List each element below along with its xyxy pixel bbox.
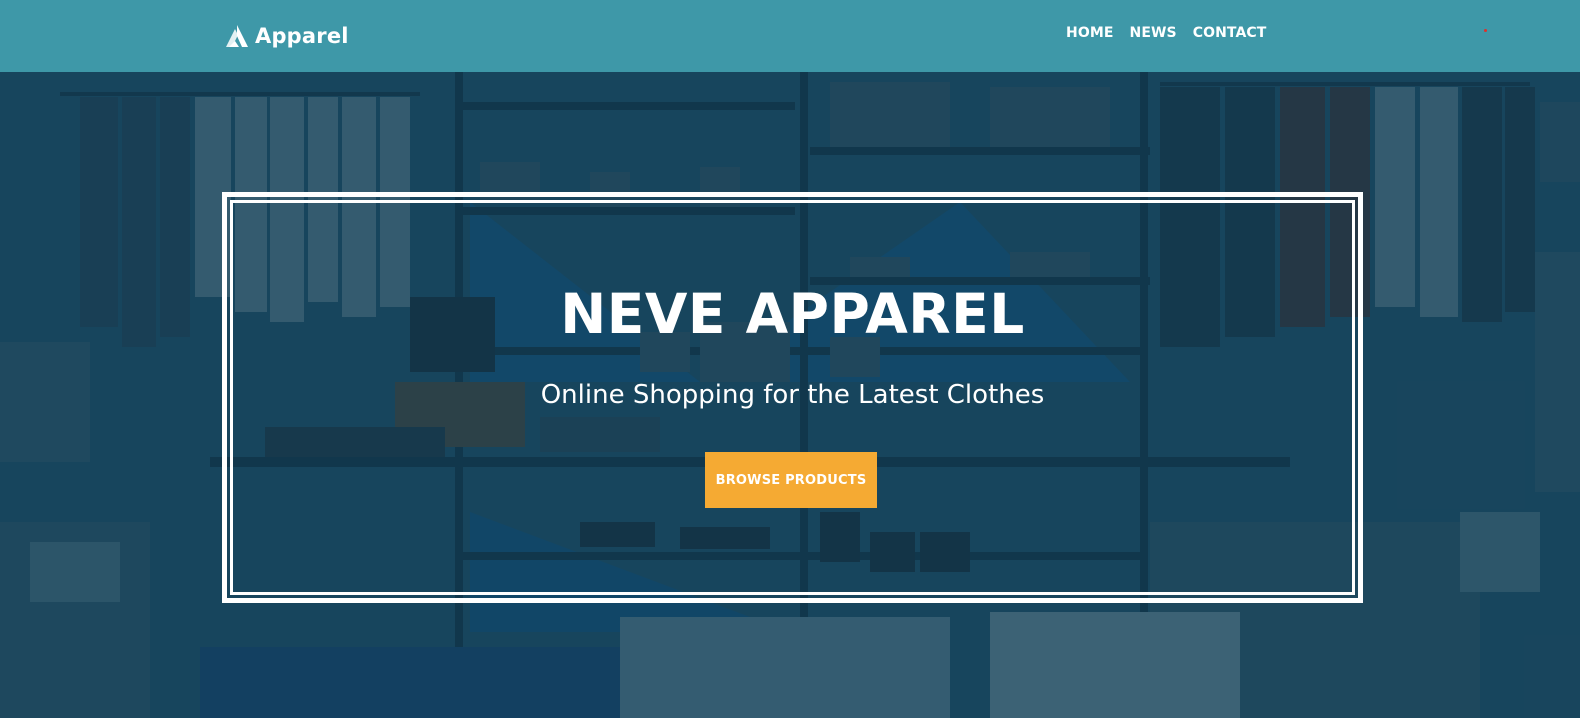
nav-contact-link[interactable]: CONTACT	[1193, 25, 1267, 41]
hero-content: NEVE APPAREL Online Shopping for the Lat…	[230, 200, 1355, 595]
browse-products-button[interactable]: BROWSE PRODUCTS	[705, 452, 877, 508]
main-nav: HOME NEWS CONTACT	[1066, 25, 1266, 41]
hero-title: NEVE APPAREL	[560, 282, 1025, 346]
status-dot	[1484, 29, 1487, 32]
site-logo[interactable]: Apparel	[225, 22, 349, 50]
logo-text: Apparel	[255, 24, 349, 48]
nav-home-link[interactable]: HOME	[1066, 25, 1114, 41]
nav-news-link[interactable]: NEWS	[1130, 25, 1177, 41]
hero-subtitle: Online Shopping for the Latest Clothes	[540, 380, 1045, 410]
site-header: Apparel HOME NEWS CONTACT	[0, 0, 1580, 72]
page: Apparel HOME NEWS CONTACT NEVE APPAREL O…	[0, 0, 1580, 718]
apparel-logo-icon	[226, 25, 248, 47]
